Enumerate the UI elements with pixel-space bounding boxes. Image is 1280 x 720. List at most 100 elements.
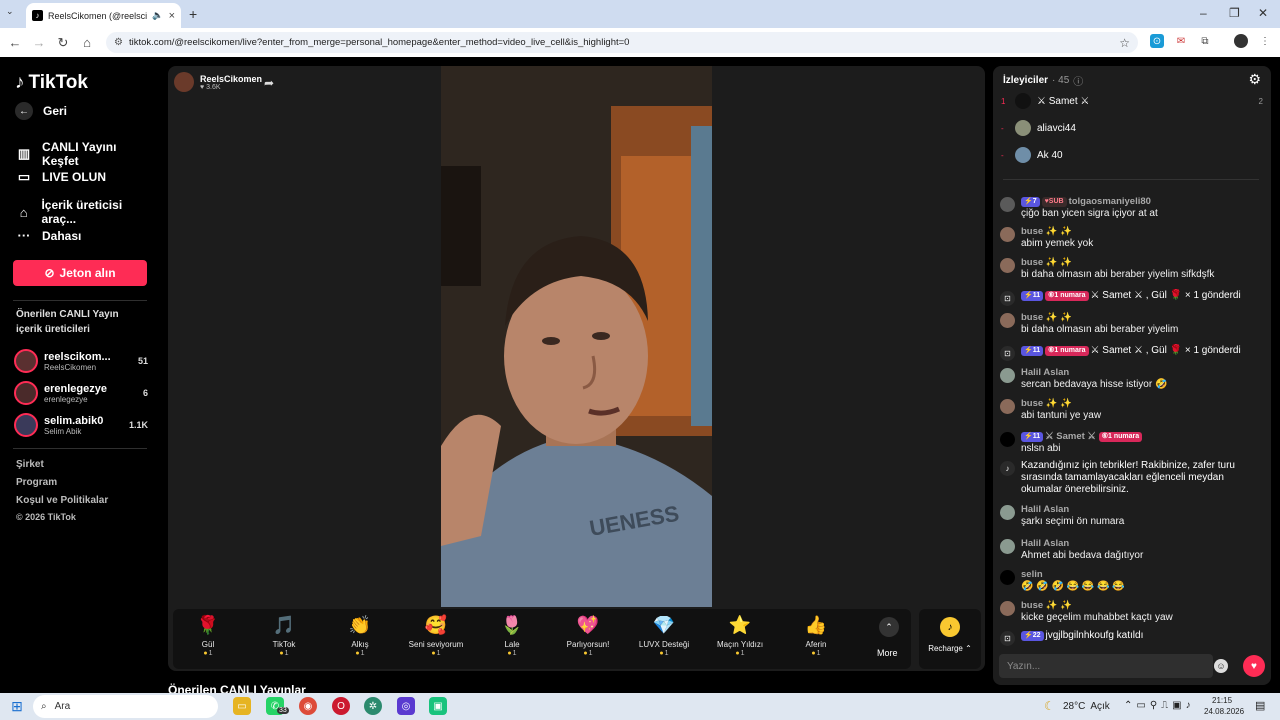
like-heart-icon[interactable]: ♥	[1243, 655, 1265, 677]
chat-username[interactable]: Halil Aslan	[1021, 538, 1069, 549]
reload-icon[interactable]: ↻	[51, 35, 75, 51]
chat-input[interactable]: Yazın...	[999, 654, 1213, 678]
nav-more[interactable]: ··· Dahası	[16, 228, 156, 243]
windows-start-icon[interactable]: ⊞	[8, 697, 26, 715]
avatar[interactable]	[1000, 313, 1015, 328]
gift-item[interactable]: 👍 Aferin1	[781, 615, 851, 657]
gift-item[interactable]: 🌹 Gül1	[173, 615, 243, 657]
nav-creator-tools[interactable]: ⌂ İçerik üreticisi araç...	[16, 198, 156, 226]
extensions-puzzle-icon[interactable]: ⧉	[1198, 34, 1212, 48]
address-bar[interactable]: ⚙ tiktok.com/@reelscikomen/live?enter_fr…	[106, 32, 1138, 53]
home-icon[interactable]: ⌂	[75, 35, 99, 50]
file-explorer-icon[interactable]: ▭	[233, 697, 251, 715]
site-settings-icon[interactable]: ⚙	[114, 37, 123, 48]
nav-go-live[interactable]: ▭ LIVE OLUN	[16, 169, 156, 185]
chevron-up-icon[interactable]: ⌃	[879, 617, 899, 637]
gift-item[interactable]: 🥰 Seni seviyorum1	[401, 615, 471, 657]
forward-arrow-icon[interactable]: →	[27, 35, 51, 50]
chat-username[interactable]: selin	[1021, 569, 1043, 580]
avatar[interactable]	[1000, 539, 1015, 554]
weather-text[interactable]: 28°C Açık	[1063, 701, 1110, 712]
restore-icon[interactable]: ❐	[1229, 6, 1240, 20]
chat-username[interactable]: Halil Aslan	[1021, 504, 1069, 515]
bookmark-star-icon[interactable]: ☆	[1119, 36, 1130, 50]
close-tab-icon[interactable]: ×	[169, 10, 175, 22]
suggested-creator[interactable]: reelscikom... ReelsCikomen 51	[14, 347, 148, 375]
chat-username[interactable]: buse ✨ ✨	[1021, 600, 1072, 611]
chat-username[interactable]: buse ✨ ✨	[1021, 398, 1072, 409]
gift-item[interactable]: ⭐ Maçın Yıldızı1	[705, 615, 775, 657]
chat-text: nslsn abi	[1021, 443, 1061, 454]
chat-username[interactable]: buse ✨ ✨	[1021, 257, 1072, 268]
extension-icon[interactable]: ⊙	[1150, 34, 1164, 48]
footer-link-program[interactable]: Program	[16, 477, 57, 488]
host-avatar[interactable]	[174, 72, 194, 92]
logo-text: TikTok	[28, 72, 88, 93]
speaker-icon[interactable]: 🔈	[152, 10, 163, 21]
get-coins-button[interactable]: ⊘ Jeton alın	[13, 260, 147, 286]
share-icon[interactable]: ➦	[264, 76, 274, 90]
avatar[interactable]	[1000, 399, 1015, 414]
top-viewer-row[interactable]: 1 ⚔ Samet ⚔ 2	[1001, 91, 1263, 111]
notifications-icon[interactable]: ▤	[1255, 699, 1265, 712]
avatar[interactable]	[1000, 505, 1015, 520]
gift-item[interactable]: 💖 Parlıyorsun!1	[553, 615, 623, 657]
back-arrow-icon[interactable]: ←	[3, 35, 27, 50]
level-badge: ⚡11	[1021, 346, 1044, 356]
profile-avatar[interactable]	[1234, 34, 1248, 48]
gear-icon[interactable]: ⚙	[1248, 71, 1261, 88]
tray-icons[interactable]: ⌃▭⚲⎍▣♪	[1124, 700, 1195, 711]
info-icon[interactable]: ⓘ	[1073, 73, 1083, 88]
gift-item[interactable]: 🎵 TikTok1	[249, 615, 319, 657]
browser-tab[interactable]: ♪ ReelsCikomen (@reelscikomen 🔈 ×	[26, 3, 181, 28]
avatar[interactable]	[1000, 227, 1015, 242]
nav-live-explore[interactable]: ▥ CANLI Yayını Keşfet	[16, 140, 156, 168]
gift-item[interactable]: 💎 LUVX Desteği1	[629, 615, 699, 657]
gift-name: Aferin	[805, 640, 827, 649]
emoji-icon[interactable]: ☺	[1214, 659, 1228, 673]
chat-username[interactable]: buse ✨ ✨	[1021, 226, 1072, 237]
top-viewer-row[interactable]: - aliavci44	[1001, 118, 1263, 138]
gift-item[interactable]: 👏 Alkış1	[325, 615, 395, 657]
minimize-icon[interactable]: –	[1200, 6, 1207, 20]
taskbar-search[interactable]: ⌕ Ara	[33, 695, 218, 718]
opera-icon[interactable]: O	[332, 697, 350, 715]
tab-search-icon[interactable]: ⌄	[6, 6, 14, 17]
avatar[interactable]	[1000, 570, 1015, 585]
avatar[interactable]	[1000, 601, 1015, 616]
avatar[interactable]	[1000, 368, 1015, 383]
avatar[interactable]	[1000, 197, 1015, 212]
extension-mail-icon[interactable]: ✉	[1174, 34, 1188, 48]
live-video[interactable]: UENESS	[441, 66, 712, 607]
gift-item[interactable]: 🌷 Lale1	[477, 615, 547, 657]
new-tab-icon[interactable]: +	[189, 6, 197, 22]
host-name: ReelsCikomen	[200, 73, 263, 84]
tiktok-logo[interactable]: ♪ TikTok	[15, 72, 88, 94]
suggested-creator[interactable]: erenlegezye erenlegezye 6	[14, 379, 148, 407]
clock-date[interactable]: 24.08.2026	[1204, 707, 1244, 716]
viewers-label: İzleyiciler	[1003, 75, 1049, 86]
clock-time[interactable]: 21:15	[1212, 696, 1232, 705]
footer-link-terms[interactable]: Koşul ve Politikalar	[16, 495, 108, 506]
chat-username[interactable]: tolgaosmaniyeli80	[1069, 196, 1151, 207]
app-icon[interactable]: ◎	[397, 697, 415, 715]
back-button[interactable]: ← Geri	[15, 102, 67, 120]
capcut-icon[interactable]: ▣	[429, 697, 447, 715]
footer-link-company[interactable]: Şirket	[16, 459, 44, 470]
chat-username[interactable]: ⚔ Samet ⚔	[1045, 431, 1096, 442]
browser-menu-icon[interactable]: ⋮	[1258, 34, 1272, 48]
close-window-icon[interactable]: ✕	[1258, 6, 1268, 20]
suggested-creator[interactable]: selim.abik0 Selim Abik 1.1K	[14, 411, 148, 439]
avatar[interactable]	[1000, 258, 1015, 273]
host-info[interactable]: ReelsCikomen ♥ 3.6K	[174, 72, 262, 92]
chat-username[interactable]: Halil Aslan	[1021, 367, 1069, 378]
vpn-icon[interactable]: ✲	[364, 697, 382, 715]
viewers-header[interactable]: İzleyiciler · 45 ⓘ	[1003, 73, 1083, 88]
avatar[interactable]	[1000, 432, 1015, 447]
more-gifts-button[interactable]: More	[877, 648, 898, 658]
chat-username[interactable]: buse ✨ ✨	[1021, 312, 1072, 323]
level-badge: ⚡22	[1021, 631, 1044, 641]
chrome-icon[interactable]: ◉	[299, 697, 317, 715]
recharge-button[interactable]: ♪ Recharge ⌃	[919, 609, 981, 669]
top-viewer-row[interactable]: - Ak 40	[1001, 145, 1263, 165]
